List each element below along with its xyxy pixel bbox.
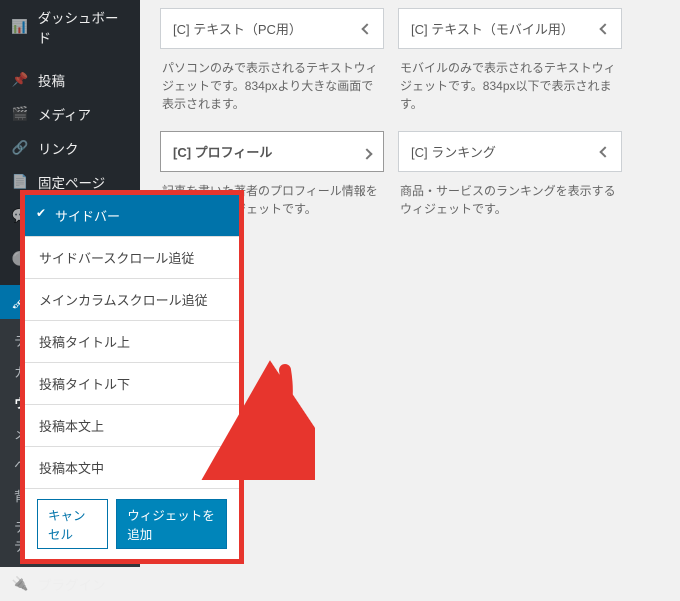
area-option-sidebar-scroll[interactable]: サイドバースクロール追従 <box>25 237 239 279</box>
nav-media[interactable]: 🎬 メディア <box>0 97 140 131</box>
widget-description: モバイルのみで表示されるテキストウィジェットです。834px以下で表示されます。 <box>398 49 622 131</box>
area-option-post-title-below[interactable]: 投稿タイトル下 <box>25 363 239 405</box>
chevron-down-icon <box>599 23 610 34</box>
cancel-button[interactable]: キャンセル <box>37 499 108 549</box>
nav-label: リンク <box>38 138 79 158</box>
widget-title: [C] テキスト（モバイル用） <box>411 19 574 38</box>
nav-plugins[interactable]: 🔌 プラグイン <box>0 567 140 601</box>
widget-title: [C] プロフィール <box>173 142 272 161</box>
media-icon: 🎬 <box>10 106 30 122</box>
nav-label: メディア <box>38 104 91 124</box>
nav-label: 投稿 <box>38 70 65 90</box>
chevron-up-icon <box>361 148 372 159</box>
widget-text-mobile[interactable]: [C] テキスト（モバイル用） <box>398 8 622 49</box>
widget-text-pc[interactable]: [C] テキスト（PC用） <box>160 8 384 49</box>
nav-dashboard[interactable]: 📊 ダッシュボード <box>0 0 140 54</box>
pin-icon: 📌 <box>10 72 30 88</box>
widget-ranking[interactable]: [C] ランキング <box>398 131 622 172</box>
widget-title: [C] テキスト（PC用） <box>173 19 302 38</box>
area-option-post-title-above[interactable]: 投稿タイトル上 <box>25 321 239 363</box>
plug-icon: 🔌 <box>10 576 30 592</box>
chevron-down-icon <box>599 146 610 157</box>
area-option-post-body-middle[interactable]: 投稿本文中 <box>25 447 239 489</box>
widget-description: パソコンのみで表示されるテキストウィジェットです。834pxより大きな画面で表示… <box>160 49 384 131</box>
area-option-main-scroll[interactable]: メインカラムスクロール追従 <box>25 279 239 321</box>
area-option-post-body-above[interactable]: 投稿本文上 <box>25 405 239 447</box>
widget-area-dropdown: サイドバー サイドバースクロール追従 メインカラムスクロール追従 投稿タイトル上… <box>20 190 244 564</box>
page-icon: 📄 <box>10 174 30 190</box>
nav-posts[interactable]: 📌 投稿 <box>0 63 140 97</box>
nav-label: プラグイン <box>38 574 106 594</box>
add-widget-button[interactable]: ウィジェットを追加 <box>116 499 227 549</box>
area-option-sidebar[interactable]: サイドバー <box>25 195 239 237</box>
widget-title: [C] ランキング <box>411 142 496 161</box>
nav-links[interactable]: 🔗 リンク <box>0 131 140 165</box>
chevron-down-icon <box>361 23 372 34</box>
widget-description: 商品・サービスのランキングを表示するウィジェットです。 <box>398 172 622 236</box>
dashboard-icon: 📊 <box>10 19 30 35</box>
nav-label: 固定ページ <box>38 172 105 192</box>
link-icon: 🔗 <box>10 140 30 156</box>
nav-label: ダッシュボード <box>38 7 130 47</box>
widget-profile[interactable]: [C] プロフィール <box>160 131 384 172</box>
